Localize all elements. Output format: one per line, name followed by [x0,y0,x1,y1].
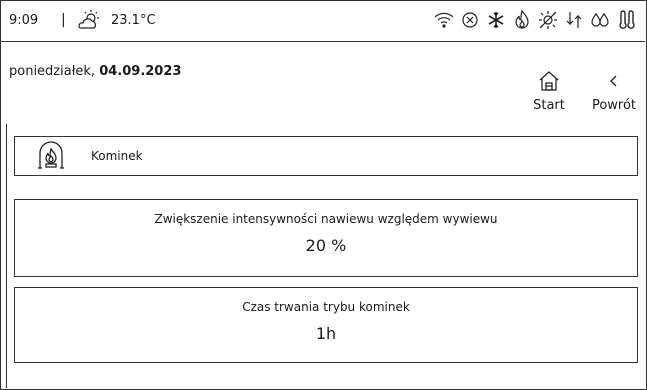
status-separator: | [61,12,66,28]
panel-left-border [6,124,7,388]
status-icons [433,9,637,31]
setting-value: 20 % [305,236,347,255]
start-button[interactable]: Start [524,70,574,113]
close-circle-icon [459,9,481,31]
outdoor-temperature: 23.1°C [111,13,156,28]
fireplace-icon [36,141,66,175]
partly-sunny-icon [76,8,102,36]
airflow-icon [563,9,585,31]
wifi-icon [433,9,455,31]
humidity-icon [589,9,611,31]
mode-selector[interactable]: Kominek [14,136,638,176]
supply-boost-setting[interactable]: Zwiększenie intensywności nawiewu względ… [14,199,638,277]
snowflake-icon [485,9,507,31]
clock: 9:09 [9,13,39,28]
mode-label: Kominek [91,149,143,163]
home-icon [537,71,561,96]
setting-value: 1h [315,324,337,343]
sun-off-icon [537,9,559,31]
date-value: 04.09.2023 [99,64,182,79]
thermostat-icon [615,9,637,31]
fireplace-duration-setting[interactable]: Czas trwania trybu kominek 1h [14,287,638,363]
setting-title: Zwiększenie intensywności nawiewu względ… [154,212,498,226]
chevron-left-icon [603,75,625,96]
status-bar: 9:09 | 23.1°C [0,0,645,42]
back-label: Powrót [591,98,637,113]
setting-title: Czas trwania trybu kominek [242,300,410,314]
day-name: poniedziałek, [9,64,96,79]
back-button[interactable]: Powrót [583,70,645,113]
flame-icon [511,9,533,31]
start-label: Start [533,98,565,113]
current-date: poniedziałek, 04.09.2023 [9,64,181,79]
